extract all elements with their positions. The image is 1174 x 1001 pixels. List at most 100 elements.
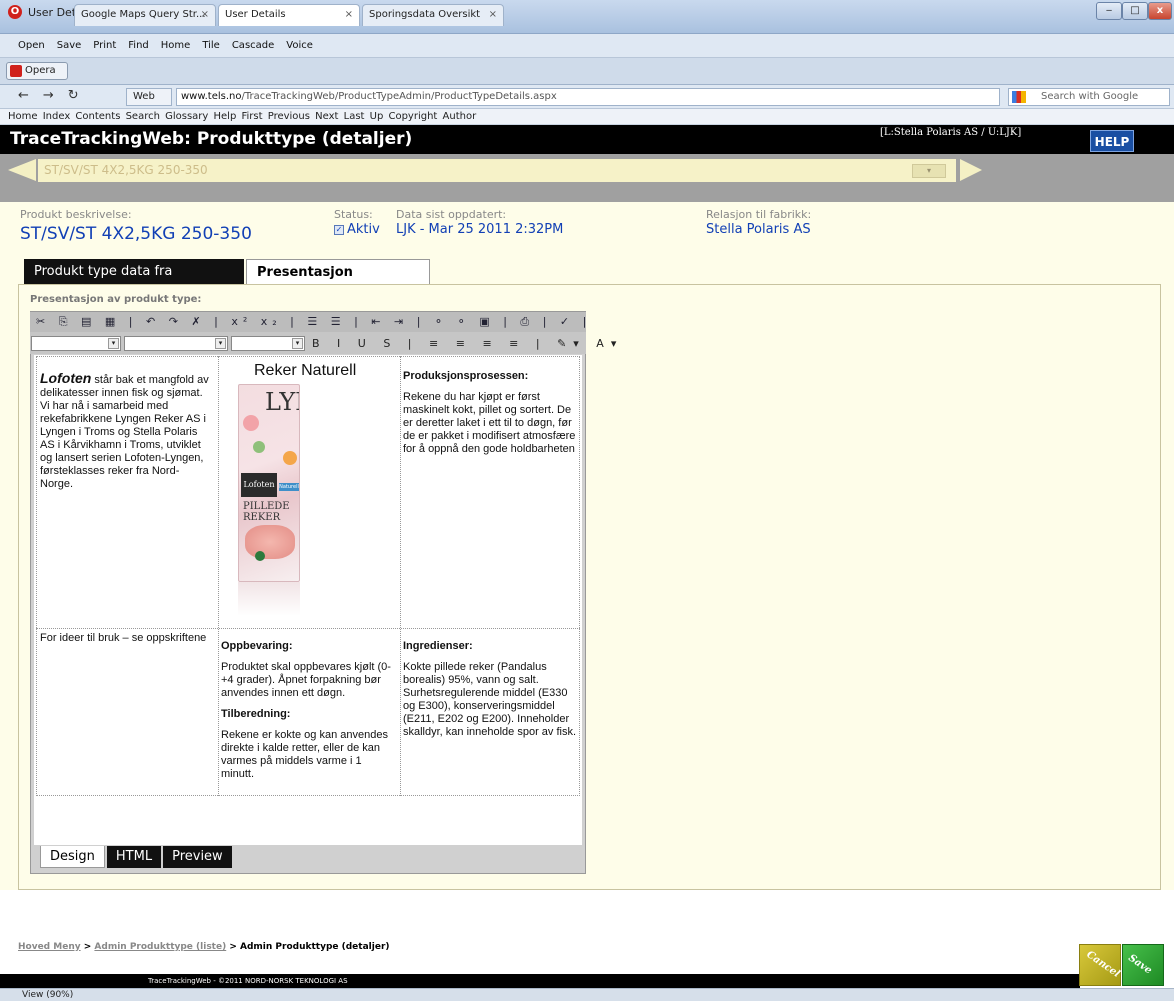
- close-tab-icon[interactable]: ×: [489, 5, 497, 25]
- storage-text: Produktet skal oppbevares kjølt (0-+4 gr…: [221, 661, 391, 699]
- toolbar-find[interactable]: Find: [128, 40, 149, 51]
- tab-presentation[interactable]: Presentasjon Produkttype: [246, 259, 430, 306]
- editor-label: Presentasjon av produkt type:: [30, 294, 202, 305]
- breadcrumb-link-list[interactable]: Admin Produkttype (liste): [94, 942, 226, 952]
- status-value[interactable]: ✓ Aktiv: [334, 222, 380, 237]
- table-divider: [36, 628, 580, 629]
- tab-google-maps[interactable]: Google Maps Query Str... ×: [74, 4, 216, 26]
- table-divider: [400, 356, 401, 796]
- previous-product-arrow-icon[interactable]: [8, 159, 36, 181]
- toolbar-tile[interactable]: Tile: [202, 40, 220, 51]
- page-title: TraceTrackingWeb: Produkttype (detaljer): [10, 129, 413, 149]
- breadcrumb: Hoved Meny > Admin Produkttype (liste) >…: [18, 942, 390, 952]
- tab-sporingsdata[interactable]: Sporingsdata Oversikt ×: [362, 4, 504, 26]
- breadcrumb-current: Admin Produkttype (detaljer): [240, 942, 390, 952]
- toolbar-voice[interactable]: Voice: [286, 40, 313, 51]
- maximize-button[interactable]: □: [1122, 2, 1148, 20]
- badge-icon: [255, 551, 265, 561]
- opera-menu-button[interactable]: Opera: [6, 62, 68, 80]
- desc-label: Produkt beskrivelse:: [20, 208, 132, 221]
- tab-html[interactable]: HTML: [106, 846, 162, 868]
- next-product-arrow-icon[interactable]: [960, 159, 982, 181]
- package-brand: Lofoten: [241, 473, 277, 497]
- table-divider: [218, 356, 219, 796]
- package-badge: Naturell: [279, 483, 299, 491]
- storage-heading: Oppbevaring:: [221, 640, 293, 652]
- flower-icon: [243, 415, 259, 431]
- close-tab-icon[interactable]: ×: [201, 5, 209, 25]
- save-button[interactable]: Save: [1122, 944, 1164, 986]
- checkbox-checked-icon[interactable]: ✓: [334, 225, 344, 235]
- cancel-label: Cancel: [1084, 949, 1122, 980]
- prep-text: Rekene er kokte og kan anvendes direkte …: [221, 729, 388, 780]
- paragraph-style-select[interactable]: ▾: [31, 336, 121, 351]
- browser-toolbar: Open Save Print Find Home Tile Cascade V…: [0, 34, 1174, 58]
- toolbar-print[interactable]: Print: [93, 40, 116, 51]
- relation-label: Relasjon til fabrikk:: [706, 208, 812, 221]
- footer: TraceTrackingWeb - ©2011 NORD-NORSK TEKN…: [0, 974, 1080, 988]
- cancel-button[interactable]: Cancel: [1079, 944, 1122, 986]
- address-input[interactable]: www.tels.no/TraceTrackingWeb/ProductType…: [176, 88, 1000, 106]
- ingredients-text: Kokte pillede reker (Pandalus borealis) …: [403, 661, 577, 738]
- toolbar-save[interactable]: Save: [57, 40, 82, 51]
- process-text: Rekene du har kjøpt er først maskinelt k…: [403, 391, 576, 455]
- editor-toolbar[interactable]: ✂ ⎘ ▤ ▦ | ↶ ↷ ✗ | x² x₂ | ☰ ☰ | ⇤ ⇥ | ⚬ …: [30, 312, 586, 332]
- tab-label: Sporingsdata Oversikt: [369, 9, 481, 20]
- tab-user-details[interactable]: User Details ×: [218, 4, 360, 26]
- relation-value[interactable]: Stella Polaris AS: [706, 222, 811, 237]
- opera-menu-label: Opera: [25, 65, 56, 76]
- updated-value: LJK - Mar 25 2011 2:32PM: [396, 222, 564, 237]
- toolbar-open[interactable]: Open: [18, 40, 45, 51]
- chevron-down-icon: ▾: [108, 338, 119, 349]
- tab-trace-net-data[interactable]: Produkt type data fra TRACE.NET: [24, 259, 244, 305]
- product-select[interactable]: ST/SV/ST 4X2,5KG 250-350 ▾: [38, 159, 956, 182]
- user-info: [L:Stella Polaris AS / U:LJK]: [880, 127, 1022, 138]
- opera-icon: [10, 65, 22, 77]
- status-label: Status:: [334, 208, 373, 221]
- zoom-status[interactable]: View (90%): [22, 990, 73, 1000]
- address-domain: www.tels.no: [181, 91, 242, 102]
- product-select-value: ST/SV/ST 4X2,5KG 250-350: [44, 163, 208, 177]
- close-tab-icon[interactable]: ×: [345, 5, 353, 25]
- search-placeholder: Search with Google: [1041, 91, 1139, 102]
- close-window-button[interactable]: x: [1148, 2, 1172, 20]
- format-buttons[interactable]: B I U S | ≡ ≡ ≡ ≡ | ✎▾ A▾: [312, 337, 623, 350]
- ideas-text: For ideer til bruk – se oppskriftene: [40, 632, 207, 644]
- package-series: LYNGEN: [265, 388, 299, 416]
- toolbar-cascade[interactable]: Cascade: [232, 40, 274, 51]
- product-package-image: LYNGEN Lofoten Naturell PILLEDE REKER: [238, 384, 300, 582]
- nav-buttons[interactable]: ←→↻: [18, 88, 93, 103]
- opera-logo-icon: O: [8, 5, 22, 19]
- intro-paragraph: Lofoten står bak et mangfold av delikate…: [40, 370, 212, 491]
- intro-brand: Lofoten: [40, 370, 92, 386]
- leaf-icon: [253, 441, 265, 453]
- font-family-select[interactable]: ▾: [124, 336, 228, 351]
- browser-status-bar: View (90%): [0, 988, 1174, 1001]
- app-header: TraceTrackingWeb: Produkttype (detaljer)…: [0, 125, 1174, 154]
- process-section: Produksjonsprosessen: Rekene du har kjøp…: [403, 370, 577, 456]
- web-button[interactable]: Web: [126, 88, 172, 106]
- tab-design[interactable]: Design: [40, 846, 105, 868]
- toolbar-home[interactable]: Home: [161, 40, 191, 51]
- process-heading: Produksjonsprosessen:: [403, 370, 529, 382]
- breadcrumb-link-main-menu[interactable]: Hoved Meny: [18, 942, 81, 952]
- navigation-menu[interactable]: Home Index Contents Search Glossary Help…: [0, 109, 1174, 125]
- help-button[interactable]: HELP: [1090, 130, 1134, 152]
- chevron-down-icon: ▾: [215, 338, 226, 349]
- chevron-down-icon: ▾: [292, 338, 303, 349]
- address-path: /TraceTrackingWeb/ProductTypeAdmin/Produ…: [241, 91, 557, 102]
- search-input[interactable]: Search with Google: [1008, 88, 1170, 106]
- minimize-button[interactable]: ‒: [1096, 2, 1122, 20]
- desc-value: ST/SV/ST 4X2,5KG 250-350: [20, 224, 252, 244]
- tab-label: Google Maps Query Str...: [81, 9, 206, 20]
- package-reflection: [238, 582, 300, 616]
- tab-bar: [0, 58, 1174, 85]
- tab-preview[interactable]: Preview: [163, 846, 232, 868]
- ingredients-section: Ingredienser: Kokte pillede reker (Panda…: [403, 640, 577, 739]
- storage-section: Oppbevaring: Produktet skal oppbevares k…: [221, 640, 397, 781]
- intro-text: står bak et mangfold av delikatesser inn…: [40, 374, 209, 490]
- tab-label: User Details: [225, 9, 286, 20]
- font-size-select[interactable]: ▾: [231, 336, 305, 351]
- updated-label: Data sist oppdatert:: [396, 208, 507, 221]
- chevron-down-icon[interactable]: ▾: [912, 164, 946, 178]
